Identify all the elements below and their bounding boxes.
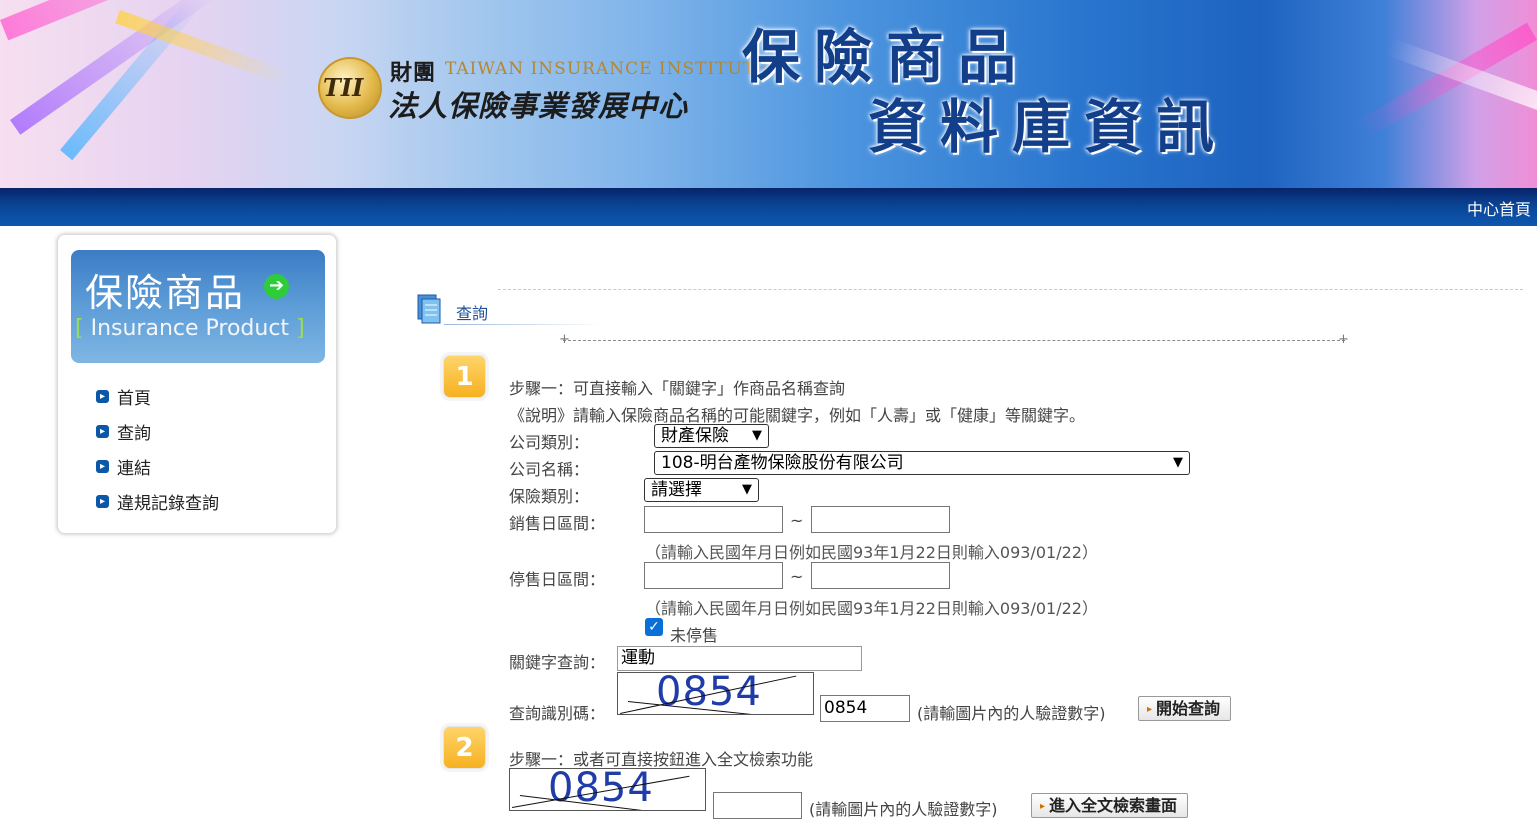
stop-date-hint: （請輸入民國年月日例如民國93年1月22日則輸入093/01/22） [645, 599, 1098, 618]
insurance-type-select[interactable]: 請選擇 ▼ [644, 478, 759, 502]
stop-range-separator: ~ [790, 567, 804, 586]
sidebar-item-violations[interactable]: ▸ 違規記錄查詢 [96, 484, 219, 519]
step1-heading: 步驟一：可直接輸入「關鍵字」作商品名稱查詢 [509, 379, 846, 398]
sidebar: 保險商品 ➔ [ Insurance Product ] ▸ 首頁 ▸ 查詢 ▸ 連結… [57, 234, 337, 534]
keyword-input[interactable]: 運動 [617, 646, 862, 671]
top-divider [498, 289, 1523, 290]
divider-plus-icon: + [1338, 332, 1349, 347]
captcha-input[interactable]: 0854 [820, 695, 910, 722]
sidebar-menu: ▸ 首頁 ▸ 查詢 ▸ 連結 ▸ 違規記錄查詢 [96, 379, 219, 519]
sale-date-hint: （請輸入民國年月日例如民國93年1月22日則輸入093/01/22） [645, 543, 1098, 562]
org-name-bottom: 法人保險事業發展中心 [388, 89, 689, 123]
section-title: 查詢 [456, 304, 489, 323]
captcha-hint: (請輸圖片內的人驗證數字) [917, 704, 1106, 723]
company-type-label: 公司類別： [509, 433, 590, 452]
keyword-label: 關鍵字查詢： [509, 653, 606, 672]
insurance-product-banner[interactable]: 保險商品 ➔ [ Insurance Product ] [71, 250, 325, 363]
step2-heading: 步驟一：或者可直接按鈕進入全文檢索功能 [509, 750, 814, 769]
bullet-icon: ▸ [1147, 704, 1153, 715]
sidebar-item-links[interactable]: ▸ 連結 [96, 449, 219, 484]
captcha-label: 查詢識別碼： [509, 704, 606, 723]
chevron-down-icon: ▼ [1173, 455, 1183, 470]
product-title-en: [ Insurance Product ] [75, 316, 305, 341]
bullet-icon: ▸ [1040, 801, 1046, 812]
top-nav-bar: 中心首頁 [0, 188, 1537, 226]
captcha-image-2: 0854 [509, 768, 706, 811]
captcha-input-2[interactable] [713, 792, 802, 819]
sale-end-date-input[interactable] [811, 506, 950, 533]
section-title-underline [444, 324, 604, 325]
sidebar-item-search[interactable]: ▸ 查詢 [96, 414, 219, 449]
insurance-type-label: 保險類別： [509, 487, 590, 506]
step-divider [563, 340, 1345, 341]
arrow-bullet-icon: ▸ [96, 425, 109, 438]
step1-badge: 1 [443, 355, 486, 398]
stop-end-date-input[interactable] [811, 562, 950, 589]
step2-badge: 2 [443, 726, 486, 769]
not-stopped-checkbox[interactable]: ✓ [645, 618, 663, 636]
start-search-button[interactable]: ▸ 開始查詢 [1138, 696, 1232, 721]
company-type-select[interactable]: 財產保險 ▼ [654, 424, 769, 448]
company-name-select[interactable]: 108-明台產物保險股份有限公司 ▼ [654, 451, 1190, 475]
product-title-cn: 保險商品 [85, 271, 246, 315]
org-logo-text: TII [323, 73, 364, 102]
center-home-link[interactable]: 中心首頁 [1467, 196, 1531, 220]
captcha-image: 0854 [617, 672, 814, 715]
step1-description: 《說明》請輸入保險商品名稱的可能關鍵字，例如「人壽」或「健康」等關鍵字。 [509, 406, 1086, 425]
document-icon [417, 294, 441, 324]
sale-start-date-input[interactable] [644, 506, 783, 533]
not-stopped-label: 未停售 [670, 626, 719, 645]
chevron-down-icon: ▼ [742, 482, 752, 497]
divider-plus-icon: + [559, 332, 570, 347]
captcha-hint-2: (請輸圖片內的人驗證數字) [809, 800, 998, 819]
header-banner: TII 財團 TAIWAN INSURANCE INSTITUTE 法人保險事業… [0, 0, 1537, 188]
fulltext-search-button[interactable]: ▸ 進入全文檢索畫面 [1031, 793, 1189, 818]
arrow-right-icon: ➔ [264, 274, 289, 299]
arrow-bullet-icon: ▸ [96, 495, 109, 508]
org-name-en: TAIWAN INSURANCE INSTITUTE [445, 59, 769, 79]
stop-start-date-input[interactable] [644, 562, 783, 589]
arrow-bullet-icon: ▸ [96, 390, 109, 403]
sale-range-separator: ~ [790, 511, 804, 530]
sidebar-item-home[interactable]: ▸ 首頁 [96, 379, 219, 414]
company-name-label: 公司名稱： [509, 460, 590, 479]
sale-range-label: 銷售日區間： [509, 514, 606, 533]
banner-title-line2: 資料庫資訊 [868, 93, 1229, 161]
stop-range-label: 停售日區間： [509, 570, 606, 589]
chevron-down-icon: ▼ [752, 428, 762, 443]
arrow-bullet-icon: ▸ [96, 460, 109, 473]
